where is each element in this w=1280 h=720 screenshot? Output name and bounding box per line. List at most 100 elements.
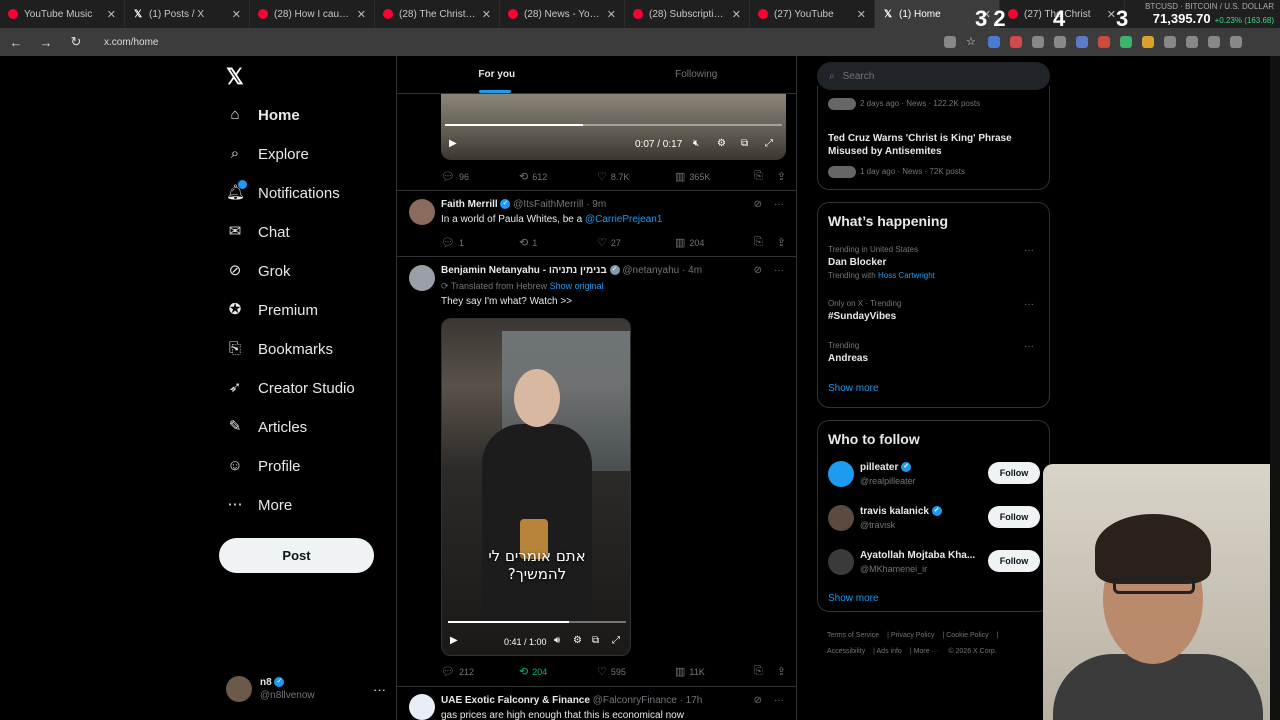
follow-button[interactable]: Follow — [988, 550, 1040, 572]
more-dots-icon[interactable]: ··· — [774, 199, 784, 210]
reply-button[interactable]: 💬︎ 212 — [441, 665, 519, 678]
close-icon[interactable]: ✕ — [107, 8, 116, 21]
reply-button[interactable]: 💬︎ 96 — [441, 170, 519, 183]
x-logo-icon[interactable]: 𝕏 — [226, 64, 244, 90]
footer-link[interactable]: Accessibility — [827, 648, 865, 655]
browser-tab[interactable]: (28) Subscriptions - Y ✕ — [625, 0, 750, 28]
account-switcher[interactable]: n8 ✓ @n8llvenow ··· — [226, 676, 386, 702]
forward-icon[interactable]: → — [38, 35, 54, 50]
footer-link[interactable]: Cookie Policy — [946, 632, 988, 639]
extension-icon[interactable] — [1120, 36, 1132, 48]
repost-button[interactable]: ⟲ 1 — [519, 236, 597, 249]
footer-link[interactable]: Privacy Policy — [891, 632, 935, 639]
follow-button[interactable]: Follow — [988, 462, 1040, 484]
close-icon[interactable]: ✕ — [482, 8, 491, 21]
video-player[interactable]: ▶ 0:07 / 0:17 🔇︎ ⚙ ⧉ ⤢ — [441, 94, 786, 160]
browser-tab[interactable]: (28) The Christo Files ✕ — [375, 0, 500, 28]
reply-button[interactable]: 💬︎ 1 — [441, 236, 519, 249]
more-dots-icon[interactable]: ··· — [774, 695, 784, 706]
fullscreen-icon[interactable]: ⤢ — [765, 138, 773, 149]
video-player[interactable]: אתם אומרים לי ?להמשיך ▶ 0:41 / 1:00 🔊︎ ⚙… — [441, 318, 631, 656]
show-original-link[interactable]: Show original — [550, 281, 604, 291]
nav-item-creator-studio[interactable]: ➶ Creator Studio — [226, 379, 355, 397]
views-button[interactable]: ▥ 365K — [675, 170, 753, 183]
follow-suggestion[interactable]: travis kalanick ✓ @travisk Follow — [828, 505, 1040, 537]
extension-icon[interactable] — [1054, 36, 1066, 48]
reload-icon[interactable]: ↻ — [68, 34, 84, 50]
more-dots-icon[interactable]: ··· — [1024, 299, 1034, 310]
close-icon[interactable]: ✕ — [357, 8, 366, 21]
extension-icon[interactable] — [1208, 36, 1220, 48]
news-title[interactable]: Ted Cruz Warns 'Christ is King' Phrase M… — [828, 132, 1043, 158]
browser-tab[interactable]: (27) YouTube ✕ — [750, 0, 875, 28]
close-icon[interactable]: ✕ — [1107, 8, 1116, 21]
trend-item[interactable]: Trending in United States Dan Blocker Tr… — [828, 245, 1040, 280]
repost-button[interactable]: ⟲ 612 — [519, 170, 597, 183]
extension-icon[interactable] — [988, 36, 1000, 48]
video-progress[interactable] — [448, 621, 626, 623]
post-time[interactable]: · 9m — [586, 199, 606, 210]
bookmark-star-icon[interactable]: ☆ — [966, 36, 978, 48]
like-button[interactable]: ♡ 27 — [597, 236, 675, 249]
close-icon[interactable]: ✕ — [607, 8, 616, 21]
extension-icon[interactable] — [1032, 36, 1044, 48]
nav-item-explore[interactable]: ⌕ Explore — [226, 145, 309, 163]
like-button[interactable]: ♡ 595 — [597, 665, 675, 678]
nav-item-notifications[interactable]: 🔔︎ Notifications — [226, 180, 340, 202]
author-name[interactable]: UAE Exotic Falconry & Finance — [441, 695, 590, 706]
close-icon[interactable]: ✕ — [732, 8, 741, 21]
follow-suggestion[interactable]: Ayatollah Mojtaba Kha... @MKhamenei_ir F… — [828, 549, 1040, 581]
play-icon[interactable]: ▶ — [449, 138, 457, 149]
follow-button[interactable]: Follow — [988, 506, 1040, 528]
pip-icon[interactable]: ⧉ — [592, 635, 599, 646]
footer-link[interactable]: Terms of Service — [827, 632, 879, 639]
trend-item[interactable]: Trending Andreas ··· — [828, 341, 1040, 364]
share-icon[interactable]: ⇪ — [777, 236, 786, 249]
bookmark-icon[interactable]: ⎘ — [754, 236, 763, 249]
mention-link[interactable]: @CarriePrejean1 — [585, 214, 662, 225]
grok-icon[interactable]: ⊘ — [754, 199, 762, 210]
more-dots-icon[interactable]: ··· — [1024, 245, 1034, 256]
bookmark-icon[interactable]: ⎘ — [754, 665, 763, 678]
post-time[interactable]: · 17h — [680, 695, 703, 706]
trend-with-link[interactable]: Hoss Cartwright — [878, 271, 935, 280]
mute-icon[interactable]: 🔇︎ — [693, 138, 699, 149]
extension-icon[interactable] — [1186, 36, 1198, 48]
avatar[interactable] — [409, 199, 435, 225]
post-button[interactable]: Post — [219, 538, 374, 573]
browser-tab[interactable]: 𝕏 (1) Posts / X ✕ — [125, 0, 250, 28]
extension-icon[interactable] — [1164, 36, 1176, 48]
avatar[interactable] — [409, 694, 435, 720]
more-dots-icon[interactable]: ··· — [1024, 341, 1034, 352]
like-button[interactable]: ♡ 8.7K — [597, 170, 675, 183]
author-name[interactable]: Benjamin Netanyahu - בנימין נתניהו — [441, 265, 607, 276]
video-progress[interactable] — [445, 124, 782, 126]
extension-icon[interactable] — [1010, 36, 1022, 48]
close-icon[interactable]: ✕ — [232, 8, 241, 21]
nav-item-grok[interactable]: ⊘ Grok — [226, 262, 291, 280]
trend-item[interactable]: Only on X · Trending #SundayVibes ··· — [828, 299, 1040, 322]
avatar[interactable] — [409, 265, 435, 291]
close-icon[interactable]: ✕ — [857, 8, 866, 21]
tab-following[interactable]: Following — [597, 56, 797, 93]
browser-tab[interactable]: (28) News - YouTube ✕ — [500, 0, 625, 28]
extension-icon[interactable] — [1098, 36, 1110, 48]
views-button[interactable]: ▥ 204 — [675, 236, 753, 249]
footer-link[interactable]: More ··· — [914, 648, 939, 655]
extension-icon[interactable] — [1076, 36, 1088, 48]
footer-link[interactable]: Ads info — [877, 648, 902, 655]
pip-icon[interactable]: ⧉ — [741, 138, 748, 149]
share-icon[interactable]: ⇪ — [777, 170, 786, 183]
repost-button[interactable]: ⟲ 204 — [519, 665, 597, 678]
author-handle[interactable]: @ItsFaithMerrill — [513, 199, 583, 210]
fullscreen-icon[interactable]: ⤢ — [612, 635, 620, 646]
browser-tab[interactable]: (28) How I caught an ✕ — [250, 0, 375, 28]
author-handle[interactable]: @FalconryFinance — [593, 695, 677, 706]
nav-item-premium[interactable]: ✪ Premium — [226, 301, 318, 319]
url-field[interactable]: x.com/home — [104, 37, 930, 48]
settings-icon[interactable]: ⚙ — [573, 635, 582, 646]
post-time[interactable]: · 4m — [682, 265, 702, 276]
nav-item-articles[interactable]: ✎ Articles — [226, 418, 307, 436]
tab-for-you[interactable]: For you — [397, 56, 597, 93]
grok-icon[interactable]: ⊘ — [754, 265, 762, 276]
